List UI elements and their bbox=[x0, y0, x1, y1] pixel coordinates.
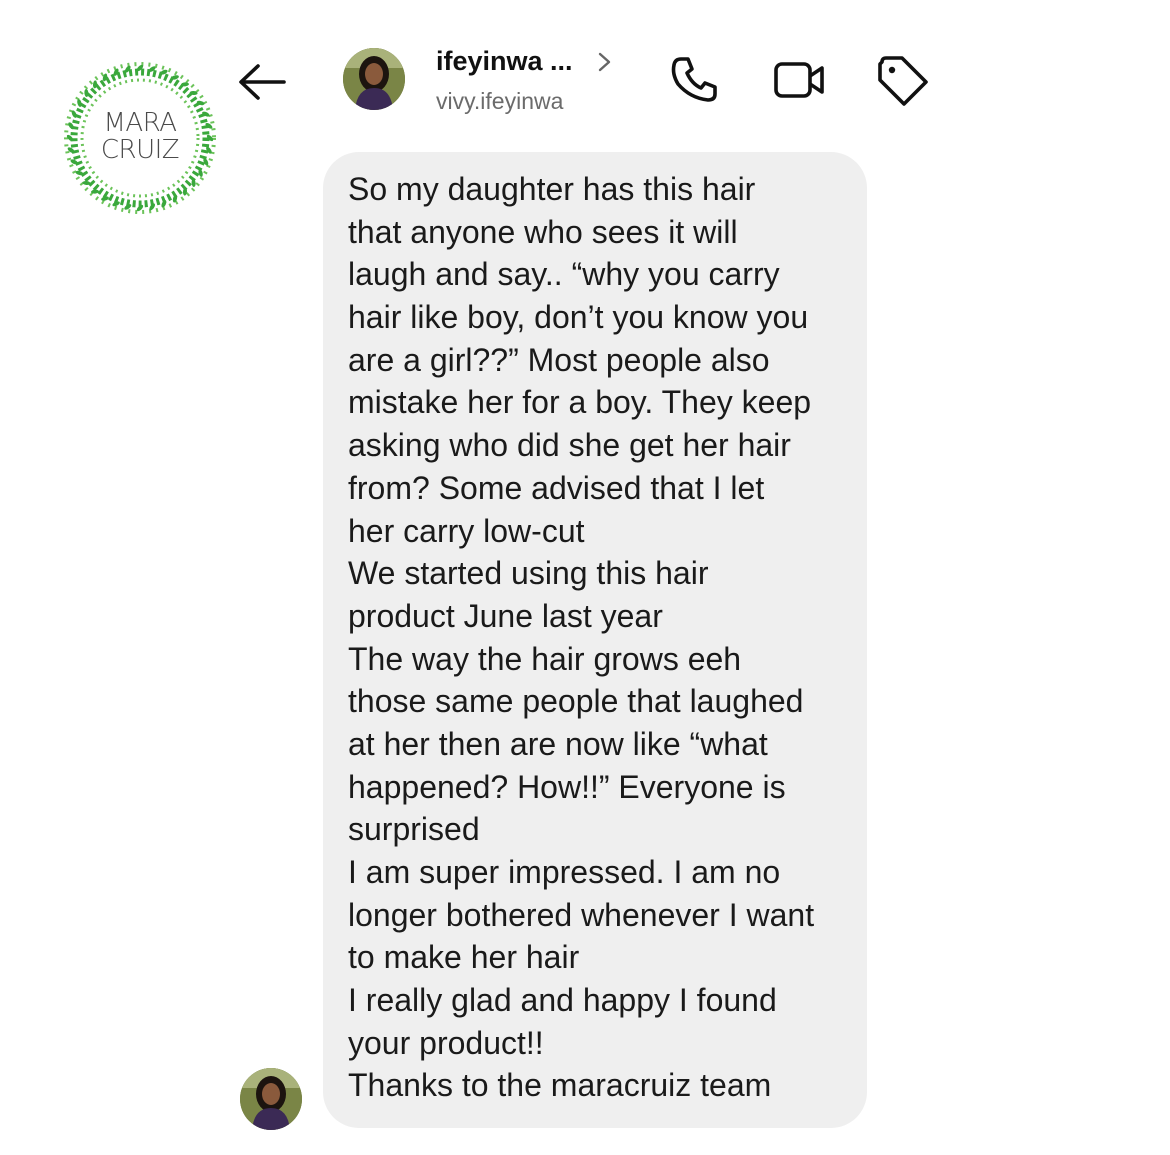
arrow-left-icon bbox=[239, 64, 286, 100]
message-line: asking who did she get her hair bbox=[348, 427, 791, 464]
message-line: to make her hair bbox=[348, 939, 580, 976]
contact-avatar[interactable] bbox=[343, 48, 405, 110]
message-line: longer bothered whenever I want bbox=[348, 896, 815, 933]
label-button[interactable] bbox=[874, 52, 930, 108]
message-line: those same people that laughed bbox=[348, 683, 804, 720]
message-line: Thanks to the maracruiz team bbox=[348, 1067, 772, 1104]
logo-text-line1: MARA bbox=[103, 108, 177, 138]
phone-icon bbox=[671, 57, 717, 102]
message-line: So my daughter has this hair bbox=[348, 171, 756, 207]
logo-text-line2: CRUIZ bbox=[100, 135, 180, 165]
message-line: I really glad and happy I found bbox=[348, 982, 777, 1019]
message-line: at her then are now like “what bbox=[348, 725, 768, 762]
message-line: mistake her for a boy. They keep bbox=[348, 384, 812, 421]
message-line: happened? How!!” Everyone is bbox=[348, 768, 786, 805]
message-line: surprised bbox=[348, 811, 480, 848]
message-line: from? Some advised that I let bbox=[348, 469, 765, 506]
logo-wordmark: MARA CRUIZ bbox=[58, 110, 222, 164]
leaf-shape bbox=[92, 80, 98, 89]
message-line: We started using this hair bbox=[348, 555, 709, 592]
message-line: The way the hair grows eeh bbox=[348, 640, 742, 677]
video-camera-icon bbox=[774, 62, 824, 98]
message-line: I am super impressed. I am no bbox=[348, 854, 781, 890]
tag-icon bbox=[878, 56, 928, 106]
message-line: your product!! bbox=[348, 1024, 544, 1061]
message-line: are a girl??” Most people also bbox=[348, 341, 770, 378]
leaf-shape bbox=[84, 89, 89, 97]
profile-photo bbox=[240, 1068, 302, 1130]
message-line: her carry low-cut bbox=[348, 512, 585, 549]
chevron-right-icon[interactable] bbox=[595, 50, 615, 74]
message-line: hair like boy, don’t you know you bbox=[348, 299, 809, 336]
back-button[interactable] bbox=[236, 60, 288, 104]
profile-photo bbox=[343, 48, 405, 110]
contact-username: vivy.ifeyinwa bbox=[436, 88, 564, 114]
leaf-shape bbox=[161, 200, 167, 208]
message-line: that anyone who sees it will bbox=[348, 213, 738, 250]
brand-logo: MARA CRUIZ bbox=[58, 56, 222, 220]
message-line: product June last year bbox=[348, 597, 663, 634]
sender-avatar[interactable] bbox=[240, 1068, 302, 1130]
video-call-button[interactable] bbox=[772, 52, 828, 108]
message-text: So my daughter has this hair that anyone … bbox=[348, 168, 858, 1107]
contact-name[interactable]: ifeyinwa ... bbox=[436, 46, 573, 77]
call-button[interactable] bbox=[666, 52, 722, 108]
message-line: laugh and say.. “why you carry bbox=[348, 256, 780, 293]
